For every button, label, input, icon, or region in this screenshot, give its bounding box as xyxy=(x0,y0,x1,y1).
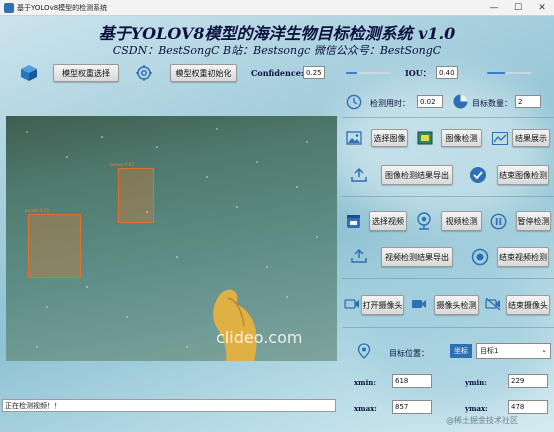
count-value: 2 xyxy=(515,95,541,108)
water-particle xyxy=(256,161,258,163)
time-label: 检测用时： xyxy=(370,99,410,108)
iou-slider[interactable] xyxy=(487,72,531,74)
check-circle-icon xyxy=(470,167,486,183)
water-particle xyxy=(286,296,288,298)
water-particle xyxy=(36,346,38,348)
water-particle xyxy=(66,156,68,158)
maximize-button[interactable]: ☐ xyxy=(506,0,530,16)
location-pin-icon xyxy=(357,343,371,359)
line-chart-icon xyxy=(492,132,508,145)
finish-image-button[interactable]: 结束图像检测 xyxy=(497,165,549,185)
water-particle xyxy=(296,186,298,188)
ymin-value: 229 xyxy=(508,374,548,388)
target-position-label: 目标位置： xyxy=(389,349,429,358)
ymax-label: ymax: xyxy=(465,404,488,413)
model-select-button[interactable]: 模型权重选择 xyxy=(53,64,119,82)
video-display: person 0.62 person 0.55 clideo.com xyxy=(6,116,337,361)
diver-hand xyxy=(213,289,257,361)
divider xyxy=(342,278,554,279)
video-watermark: clideo.com xyxy=(216,328,303,347)
water-particle xyxy=(126,316,128,318)
upload-icon xyxy=(351,168,367,182)
image-detect-button[interactable]: 图像检测 xyxy=(441,129,482,147)
finish-video-button[interactable]: 结束视频检测 xyxy=(497,247,549,267)
export-image-button[interactable]: 图像检测结果导出 xyxy=(381,165,453,185)
water-particle xyxy=(146,211,148,213)
water-particle xyxy=(206,176,208,178)
divider xyxy=(342,327,554,328)
water-particle xyxy=(186,346,188,348)
pause-detect-button[interactable]: 暂停检测 xyxy=(516,211,551,231)
export-video-button[interactable]: 视频检测结果导出 xyxy=(381,247,453,267)
xmin-label: xmin: xyxy=(354,378,376,387)
detection-label: person 0.55 xyxy=(25,208,49,213)
page-title: 基于YOLOV8模型的海洋生物目标检测系统 v1.0 xyxy=(98,24,456,43)
ymax-value: 478 xyxy=(508,400,548,414)
water-particle xyxy=(306,141,308,143)
detection-box xyxy=(28,214,81,278)
stop-icon xyxy=(471,248,489,266)
chevron-down-icon: ⌄ xyxy=(541,346,547,354)
ymin-label: ymin: xyxy=(465,378,487,387)
pause-icon xyxy=(490,213,507,230)
confidence-label: Confidence: xyxy=(251,68,304,78)
count-label: 目标数量： xyxy=(472,99,512,108)
water-particle xyxy=(46,306,48,308)
water-particle xyxy=(266,266,268,268)
clock-icon xyxy=(346,94,362,110)
xmax-label: xmax: xyxy=(354,404,377,413)
water-particle xyxy=(101,136,103,138)
select-video-button[interactable]: 选择视频 xyxy=(369,211,407,231)
window-title: 基于YOLOv8模型的检测系统 xyxy=(17,3,108,12)
time-value: 0.02 xyxy=(417,95,443,108)
camera-detect-icon xyxy=(412,300,426,308)
xmax-value: 857 xyxy=(392,400,432,414)
camera-detect-button[interactable]: 摄像头检测 xyxy=(434,295,479,315)
target-icon xyxy=(136,65,152,81)
confidence-slider[interactable] xyxy=(346,72,390,74)
upload-icon xyxy=(351,249,367,263)
image-icon xyxy=(346,131,362,145)
cube-icon xyxy=(21,65,37,81)
video-detect-button[interactable]: 视频检测 xyxy=(441,211,482,231)
target-select-value: 目标1 xyxy=(480,347,499,355)
divider xyxy=(342,196,554,197)
water-particle xyxy=(176,256,178,258)
image-detect-icon xyxy=(417,131,433,145)
water-particle xyxy=(236,206,238,208)
close-camera-button[interactable]: 结束摄像头 xyxy=(506,295,550,315)
iou-slider-track xyxy=(504,72,531,74)
detection-box xyxy=(118,168,154,223)
camera-off-icon xyxy=(485,298,501,310)
close-button[interactable]: ✕ xyxy=(530,0,554,16)
iou-input[interactable]: 0.40 xyxy=(436,66,458,79)
target-select[interactable]: 目标1 ⌄ xyxy=(476,343,551,359)
confidence-input[interactable]: 0.25 xyxy=(303,66,325,79)
iou-label: IOU： xyxy=(405,68,431,78)
divider xyxy=(342,117,554,118)
position-badge: 坐标 xyxy=(450,344,472,358)
show-results-button[interactable]: 结果展示 xyxy=(512,129,550,147)
water-particle xyxy=(316,236,318,238)
xmin-value: 618 xyxy=(392,374,432,388)
open-camera-button[interactable]: 打开摄像头 xyxy=(361,295,404,315)
confidence-slider-track xyxy=(357,72,390,74)
video-file-icon xyxy=(347,215,360,228)
minimize-button[interactable]: — xyxy=(482,0,506,16)
webcam-icon xyxy=(417,212,431,230)
page-subtitle: CSDN：BestSongC B站：Bestsongc 微信公众号：BestSo… xyxy=(112,44,442,57)
footer-watermark: @稀土掘金技术社区 xyxy=(446,416,518,425)
pie-chart-icon xyxy=(453,94,468,109)
select-image-button[interactable]: 选择图像 xyxy=(371,129,408,147)
water-particle xyxy=(156,146,158,148)
water-particle xyxy=(216,128,218,130)
water-particle xyxy=(86,286,88,288)
model-init-button[interactable]: 模型权重初始化 xyxy=(170,64,237,82)
camera-icon xyxy=(344,299,359,309)
water-particle xyxy=(26,131,28,133)
app-icon xyxy=(4,2,14,13)
window-titlebar: 基于YOLOv8模型的检测系统 — ☐ ✕ xyxy=(0,0,554,16)
detection-label: person 0.62 xyxy=(110,162,134,167)
status-bar: 正在检测视频！！ xyxy=(2,399,336,412)
